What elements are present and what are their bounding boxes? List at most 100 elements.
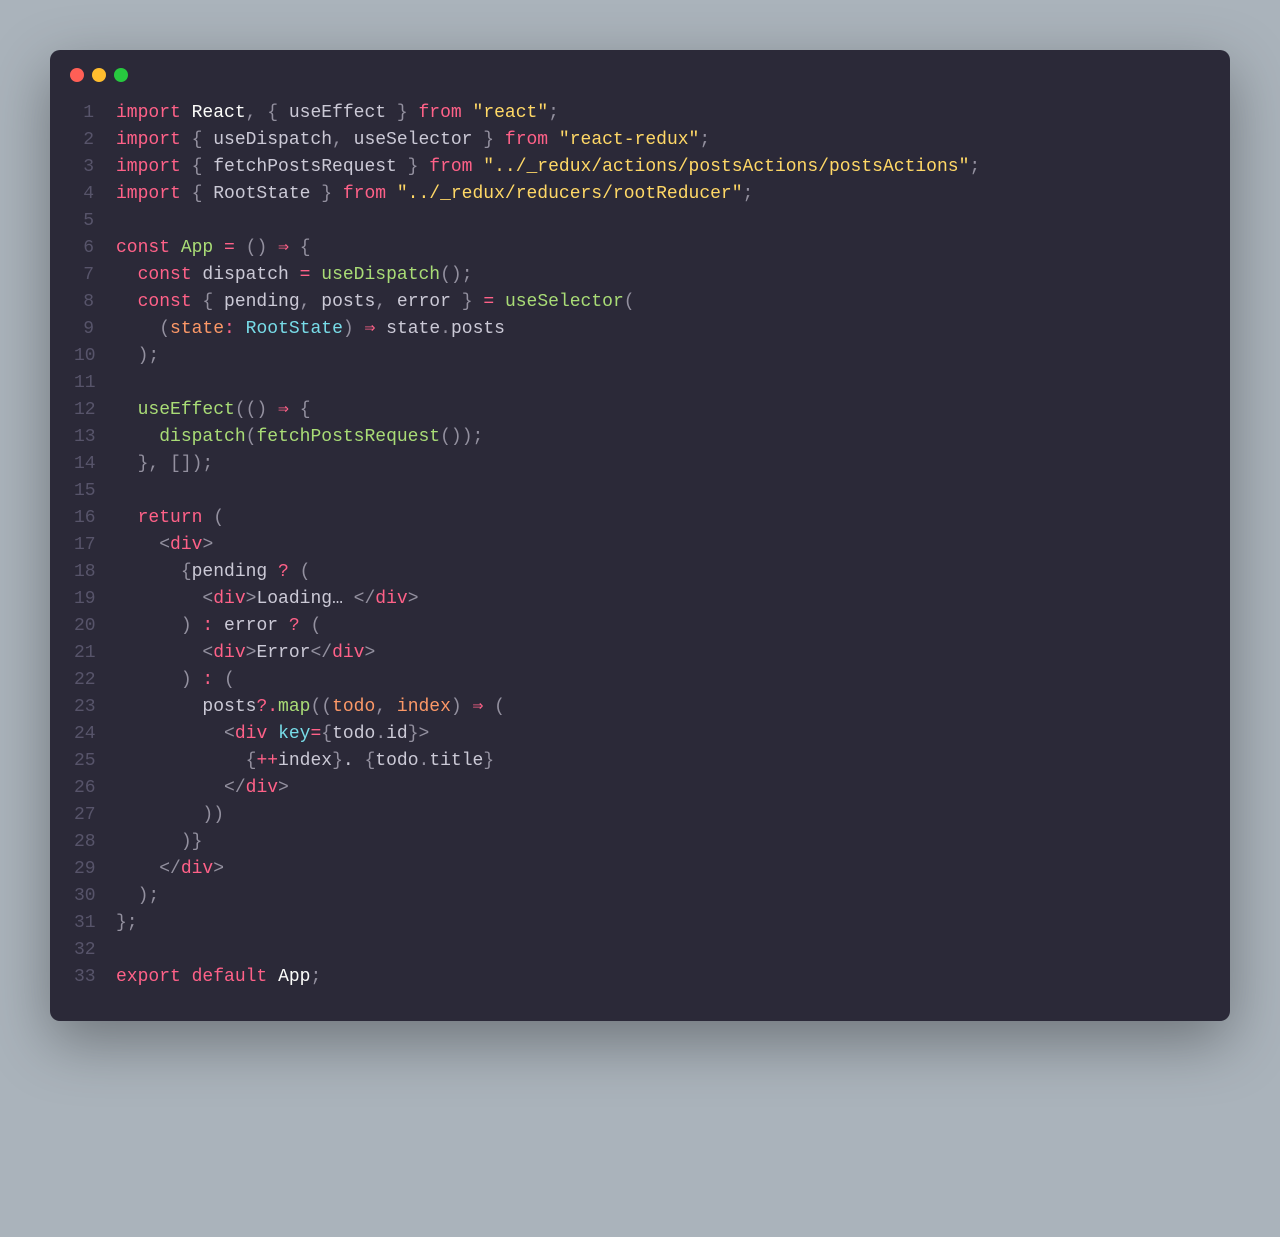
code-line: 24 <div key={todo.id}> <box>74 721 1206 748</box>
line-number: 13 <box>74 424 116 451</box>
line-content: </div> <box>116 856 224 883</box>
line-content: ); <box>116 883 159 910</box>
minimize-icon[interactable] <box>92 68 106 82</box>
line-number: 8 <box>74 289 116 316</box>
line-content: import { useDispatch, useSelector } from… <box>116 127 710 154</box>
line-content: import { fetchPostsRequest } from "../_r… <box>116 154 980 181</box>
line-content: <div>Loading… </div> <box>116 586 419 613</box>
line-number: 1 <box>74 100 116 127</box>
line-number: 32 <box>74 937 116 964</box>
code-editor[interactable]: 1import React, { useEffect } from "react… <box>50 92 1230 991</box>
line-content: (state: RootState) ⇒ state.posts <box>116 316 505 343</box>
code-line: 33export default App; <box>74 964 1206 991</box>
line-content: const { pending, posts, error } = useSel… <box>116 289 635 316</box>
line-content: import { RootState } from "../_redux/red… <box>116 181 753 208</box>
code-line: 20 ) : error ? ( <box>74 613 1206 640</box>
line-number: 16 <box>74 505 116 532</box>
line-number: 27 <box>74 802 116 829</box>
line-content: )) <box>116 802 224 829</box>
code-line: 5 <box>74 208 1206 235</box>
line-number: 5 <box>74 208 116 235</box>
line-content: posts?.map((todo, index) ⇒ ( <box>116 694 505 721</box>
code-line: 14 }, []); <box>74 451 1206 478</box>
line-number: 6 <box>74 235 116 262</box>
editor-window: 1import React, { useEffect } from "react… <box>50 50 1230 1021</box>
line-number: 17 <box>74 532 116 559</box>
line-content: )} <box>116 829 202 856</box>
line-number: 7 <box>74 262 116 289</box>
line-content: <div>Error</div> <box>116 640 375 667</box>
line-number: 18 <box>74 559 116 586</box>
line-content: const App = () ⇒ { <box>116 235 311 262</box>
line-number: 3 <box>74 154 116 181</box>
maximize-icon[interactable] <box>114 68 128 82</box>
line-content: return ( <box>116 505 224 532</box>
line-content: <div> <box>116 532 213 559</box>
line-number: 19 <box>74 586 116 613</box>
code-line: 9 (state: RootState) ⇒ state.posts <box>74 316 1206 343</box>
line-number: 33 <box>74 964 116 991</box>
line-number: 31 <box>74 910 116 937</box>
window-titlebar <box>50 50 1230 92</box>
line-content: }; <box>116 910 138 937</box>
line-number: 20 <box>74 613 116 640</box>
line-number: 11 <box>74 370 116 397</box>
close-icon[interactable] <box>70 68 84 82</box>
code-line: 3import { fetchPostsRequest } from "../_… <box>74 154 1206 181</box>
code-line: 29 </div> <box>74 856 1206 883</box>
line-content: export default App; <box>116 964 321 991</box>
code-line: 15 <box>74 478 1206 505</box>
line-number: 26 <box>74 775 116 802</box>
code-line: 18 {pending ? ( <box>74 559 1206 586</box>
line-number: 12 <box>74 397 116 424</box>
line-content: ); <box>116 343 159 370</box>
code-line: 21 <div>Error</div> <box>74 640 1206 667</box>
line-number: 2 <box>74 127 116 154</box>
line-number: 30 <box>74 883 116 910</box>
line-content: {++index}. {todo.title} <box>116 748 494 775</box>
line-number: 14 <box>74 451 116 478</box>
code-line: 26 </div> <box>74 775 1206 802</box>
code-line: 6const App = () ⇒ { <box>74 235 1206 262</box>
code-line: 13 dispatch(fetchPostsRequest()); <box>74 424 1206 451</box>
line-content: {pending ? ( <box>116 559 310 586</box>
line-number: 24 <box>74 721 116 748</box>
line-number: 15 <box>74 478 116 505</box>
code-line: 31}; <box>74 910 1206 937</box>
code-line: 2import { useDispatch, useSelector } fro… <box>74 127 1206 154</box>
line-number: 9 <box>74 316 116 343</box>
line-content: ) : error ? ( <box>116 613 321 640</box>
line-content: const dispatch = useDispatch(); <box>116 262 473 289</box>
line-content: useEffect(() ⇒ { <box>116 397 311 424</box>
code-line: 4import { RootState } from "../_redux/re… <box>74 181 1206 208</box>
line-number: 10 <box>74 343 116 370</box>
code-line: 1import React, { useEffect } from "react… <box>74 100 1206 127</box>
code-line: 19 <div>Loading… </div> <box>74 586 1206 613</box>
code-line: 27 )) <box>74 802 1206 829</box>
code-line: 10 ); <box>74 343 1206 370</box>
code-line: 23 posts?.map((todo, index) ⇒ ( <box>74 694 1206 721</box>
code-line: 30 ); <box>74 883 1206 910</box>
line-number: 21 <box>74 640 116 667</box>
code-line: 32 <box>74 937 1206 964</box>
code-line: 25 {++index}. {todo.title} <box>74 748 1206 775</box>
line-number: 28 <box>74 829 116 856</box>
code-line: 28 )} <box>74 829 1206 856</box>
line-content: <div key={todo.id}> <box>116 721 429 748</box>
code-line: 22 ) : ( <box>74 667 1206 694</box>
line-content: dispatch(fetchPostsRequest()); <box>116 424 483 451</box>
line-number: 25 <box>74 748 116 775</box>
line-content: </div> <box>116 775 289 802</box>
line-content: }, []); <box>116 451 213 478</box>
code-line: 11 <box>74 370 1206 397</box>
line-number: 29 <box>74 856 116 883</box>
line-number: 4 <box>74 181 116 208</box>
code-line: 17 <div> <box>74 532 1206 559</box>
code-line: 7 const dispatch = useDispatch(); <box>74 262 1206 289</box>
code-line: 8 const { pending, posts, error } = useS… <box>74 289 1206 316</box>
line-number: 22 <box>74 667 116 694</box>
code-line: 16 return ( <box>74 505 1206 532</box>
line-number: 23 <box>74 694 116 721</box>
code-line: 12 useEffect(() ⇒ { <box>74 397 1206 424</box>
line-content: ) : ( <box>116 667 235 694</box>
